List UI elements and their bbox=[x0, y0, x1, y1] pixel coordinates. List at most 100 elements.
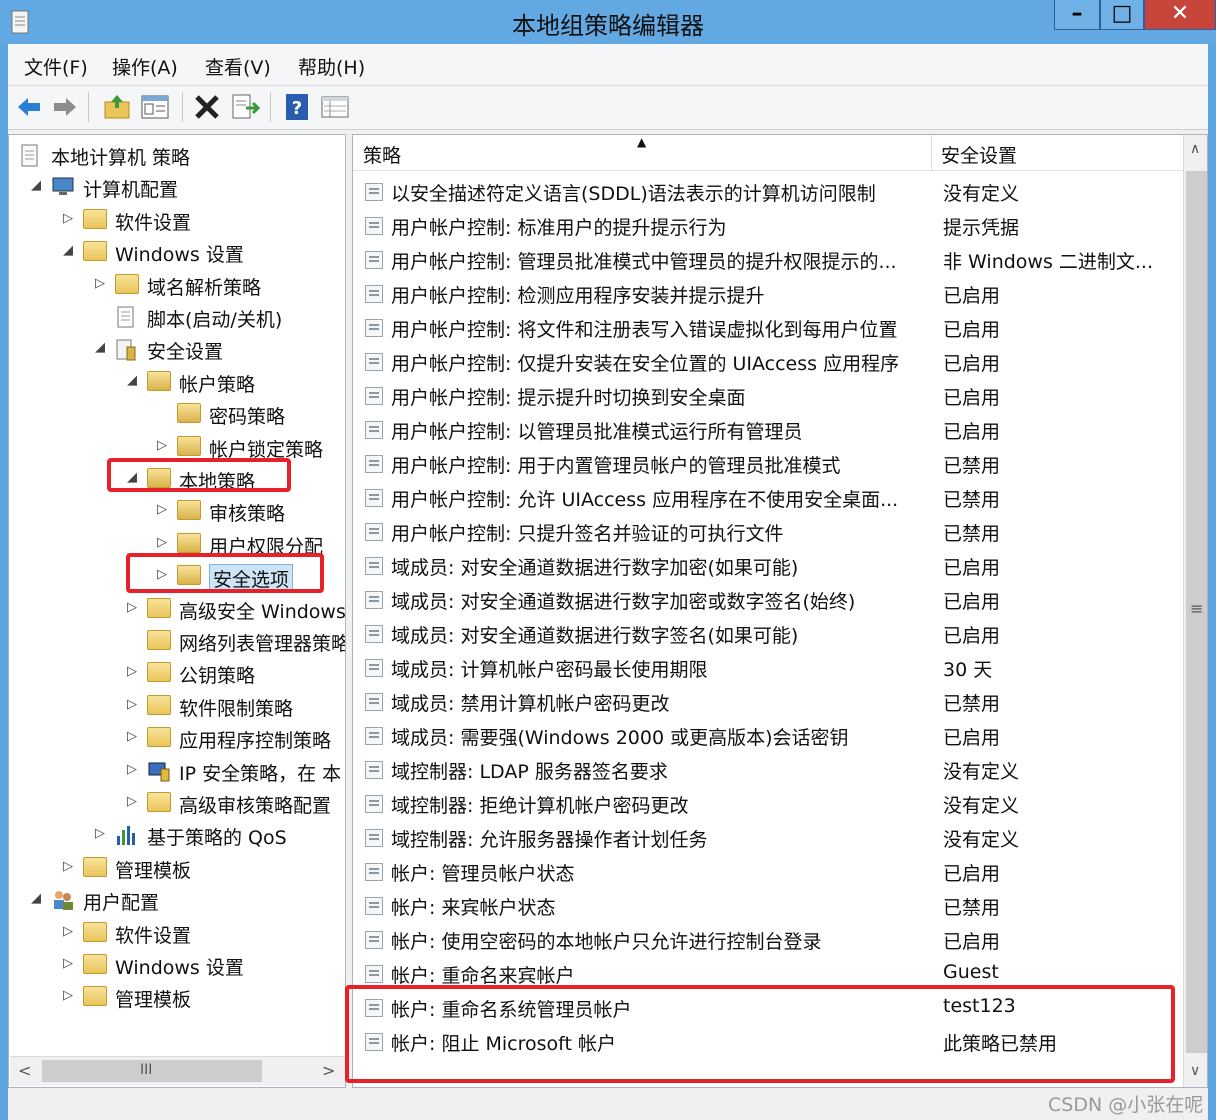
column-header-policy[interactable]: 策略 bbox=[363, 141, 401, 168]
policy-row[interactable]: 帐户: 来宾帐户状态 已禁用 bbox=[353, 889, 1183, 923]
tree-node[interactable]: 网络列表管理器策略 bbox=[9, 627, 345, 657]
expand-toggle-icon[interactable]: ▷ bbox=[157, 502, 171, 517]
tree-node[interactable]: ▷ 审核策略 bbox=[9, 497, 345, 527]
delete-icon[interactable] bbox=[192, 92, 222, 122]
tree-node[interactable]: ▷ 域名解析策略 bbox=[9, 271, 345, 301]
policy-security-setting: 已启用 bbox=[943, 285, 1001, 307]
tree-node[interactable]: ▷ 基于策略的 QoS bbox=[9, 821, 345, 851]
expand-toggle-icon[interactable]: ◢ bbox=[127, 373, 141, 388]
policy-row[interactable]: 用户帐户控制: 提示提升时切换到安全桌面 已启用 bbox=[353, 379, 1183, 413]
tree-horizontal-scrollbar[interactable]: < III > bbox=[10, 1056, 345, 1086]
expand-toggle-icon[interactable]: ▷ bbox=[63, 924, 77, 939]
policy-setting-icon bbox=[365, 693, 383, 711]
policy-row[interactable]: 帐户: 使用空密码的本地帐户只允许进行控制台登录 已启用 bbox=[353, 923, 1183, 957]
tree-node[interactable]: ▷ 应用程序控制策略 bbox=[9, 724, 345, 754]
help-icon[interactable]: ? bbox=[282, 92, 312, 122]
policy-row[interactable]: 用户帐户控制: 检测应用程序安装并提示提升 已启用 bbox=[353, 277, 1183, 311]
close-button[interactable]: ✕ bbox=[1144, 0, 1216, 30]
policy-row[interactable]: 域控制器: 拒绝计算机帐户密码更改 没有定义 bbox=[353, 787, 1183, 821]
policy-row[interactable]: 用户帐户控制: 以管理员批准模式运行所有管理员 已启用 bbox=[353, 413, 1183, 447]
tree-node[interactable]: ▷ 软件限制策略 bbox=[9, 692, 345, 722]
folder-icon bbox=[83, 856, 107, 879]
policy-row[interactable]: 用户帐户控制: 标准用户的提升提示行为 提示凭据 bbox=[353, 209, 1183, 243]
expand-toggle-icon[interactable]: ◢ bbox=[63, 243, 77, 258]
policy-row[interactable]: 域控制器: LDAP 服务器签名要求 没有定义 bbox=[353, 753, 1183, 787]
scroll-right-icon[interactable]: > bbox=[322, 1061, 335, 1080]
expand-toggle-icon[interactable]: ◢ bbox=[31, 891, 45, 906]
toolbar-separator bbox=[88, 92, 89, 122]
tree-node[interactable]: ▷ 管理模板 bbox=[9, 983, 345, 1013]
tree-node[interactable]: ▷ IP 安全策略，在 本 bbox=[9, 757, 345, 787]
menu-help[interactable]: 帮助(H) bbox=[298, 53, 365, 80]
tree-node[interactable]: ▷ 管理模板 bbox=[9, 854, 345, 884]
scroll-up-icon[interactable]: ∧ bbox=[1190, 141, 1200, 157]
expand-toggle-icon[interactable]: ▷ bbox=[63, 956, 77, 971]
tree-node[interactable]: ▷ Windows 设置 bbox=[9, 951, 345, 981]
expand-toggle-icon[interactable]: ◢ bbox=[95, 340, 109, 355]
expand-toggle-icon[interactable]: ▷ bbox=[95, 826, 109, 841]
scroll-thumb[interactable]: ≡ bbox=[1186, 171, 1207, 1053]
show-hide-tree-icon[interactable] bbox=[140, 92, 170, 122]
policy-row[interactable]: 域成员: 对安全通道数据进行数字加密(如果可能) 已启用 bbox=[353, 549, 1183, 583]
tree-node[interactable]: ▷ 公钥策略 bbox=[9, 659, 345, 689]
view-icon[interactable] bbox=[320, 92, 350, 122]
tree-node[interactable]: 脚本(启动/关机) bbox=[9, 303, 345, 333]
expand-toggle-icon[interactable]: ▷ bbox=[63, 211, 77, 226]
up-folder-icon[interactable] bbox=[102, 92, 132, 122]
policy-row[interactable]: 用户帐户控制: 允许 UIAccess 应用程序在不使用安全桌面... 已禁用 bbox=[353, 481, 1183, 515]
forward-arrow-icon[interactable] bbox=[50, 92, 80, 122]
policy-row[interactable]: 域控制器: 允许服务器操作者计划任务 没有定义 bbox=[353, 821, 1183, 855]
folder-icon bbox=[83, 208, 107, 231]
policy-row[interactable]: 帐户: 管理员帐户状态 已启用 bbox=[353, 855, 1183, 889]
export-list-icon[interactable] bbox=[230, 92, 260, 122]
expand-toggle-icon[interactable]: ▷ bbox=[63, 859, 77, 874]
menu-action[interactable]: 操作(A) bbox=[112, 53, 178, 80]
expand-toggle-icon[interactable]: ▷ bbox=[95, 276, 109, 291]
expand-toggle-icon[interactable]: ▷ bbox=[63, 988, 77, 1003]
policy-row[interactable]: 用户帐户控制: 将文件和注册表写入错误虚拟化到每用户位置 已启用 bbox=[353, 311, 1183, 345]
tree-node[interactable]: ▷ 高级安全 Windows bbox=[9, 595, 345, 625]
policy-row[interactable]: 用户帐户控制: 只提升签名并验证的可执行文件 已禁用 bbox=[353, 515, 1183, 549]
policy-row[interactable]: 域成员: 需要强(Windows 2000 或更高版本)会话密钥 已启用 bbox=[353, 719, 1183, 753]
column-divider[interactable] bbox=[931, 135, 932, 171]
scroll-left-icon[interactable]: < bbox=[18, 1061, 31, 1080]
minimize-button[interactable]: – bbox=[1054, 0, 1100, 30]
expand-toggle-icon[interactable]: ▷ bbox=[127, 664, 141, 679]
tree-node[interactable]: ◢ 用户配置 bbox=[9, 886, 345, 916]
expand-toggle-icon[interactable]: ◢ bbox=[31, 178, 45, 193]
policy-row[interactable]: 域成员: 对安全通道数据进行数字加密或数字签名(始终) 已启用 bbox=[353, 583, 1183, 617]
menu-view[interactable]: 查看(V) bbox=[205, 53, 271, 80]
scroll-down-icon[interactable]: ∨ bbox=[1190, 1063, 1200, 1079]
tree-node[interactable]: 本地计算机 策略 bbox=[9, 141, 345, 171]
column-header-security-setting[interactable]: 安全设置 bbox=[941, 141, 1017, 168]
expand-toggle-icon[interactable]: ▷ bbox=[157, 438, 171, 453]
expand-toggle-icon[interactable]: ▷ bbox=[127, 729, 141, 744]
tree-node[interactable]: ◢ 计算机配置 bbox=[9, 173, 345, 203]
expand-toggle-icon[interactable]: ▷ bbox=[157, 535, 171, 550]
scroll-thumb[interactable]: III bbox=[42, 1060, 262, 1082]
policy-row[interactable]: 域成员: 禁用计算机帐户密码更改 已禁用 bbox=[353, 685, 1183, 719]
expand-toggle-icon[interactable]: ▷ bbox=[127, 762, 141, 777]
tree-node[interactable]: ▷ 高级审核策略配置 bbox=[9, 789, 345, 819]
back-arrow-icon[interactable] bbox=[14, 92, 44, 122]
tree-node[interactable]: ◢ 安全设置 bbox=[9, 335, 345, 365]
tree-node[interactable]: ▷ 软件设置 bbox=[9, 919, 345, 949]
maximize-button[interactable]: □ bbox=[1100, 0, 1144, 30]
menu-file[interactable]: 文件(F) bbox=[24, 53, 88, 80]
tree-node[interactable]: 密码策略 bbox=[9, 400, 345, 430]
tree-node[interactable]: ◢ Windows 设置 bbox=[9, 238, 345, 268]
policy-row[interactable]: 用户帐户控制: 仅提升安装在安全位置的 UIAccess 应用程序 已启用 bbox=[353, 345, 1183, 379]
policy-row[interactable]: 域成员: 对安全通道数据进行数字签名(如果可能) 已启用 bbox=[353, 617, 1183, 651]
expand-toggle-icon[interactable]: ▷ bbox=[127, 600, 141, 615]
expand-toggle-icon[interactable]: ▷ bbox=[127, 697, 141, 712]
tree-node[interactable]: ▷ 软件设置 bbox=[9, 206, 345, 236]
expand-toggle-icon[interactable]: ▷ bbox=[127, 794, 141, 809]
policy-row[interactable]: 用户帐户控制: 用于内置管理员帐户的管理员批准模式 已禁用 bbox=[353, 447, 1183, 481]
tree-node[interactable]: ◢ 帐户策略 bbox=[9, 368, 345, 398]
vertical-scrollbar[interactable]: ∧ ≡ ∨ bbox=[1183, 135, 1207, 1087]
folder-icon bbox=[83, 921, 107, 944]
policy-security-setting: 没有定义 bbox=[943, 183, 1020, 205]
policy-row[interactable]: 用户帐户控制: 管理员批准模式中管理员的提升权限提示的... 非 Windows … bbox=[353, 243, 1183, 277]
policy-row[interactable]: 域成员: 计算机帐户密码最长使用期限 30 天 bbox=[353, 651, 1183, 685]
policy-row[interactable]: 以安全描述符定义语言(SDDL)语法表示的计算机访问限制 没有定义 bbox=[353, 175, 1183, 209]
